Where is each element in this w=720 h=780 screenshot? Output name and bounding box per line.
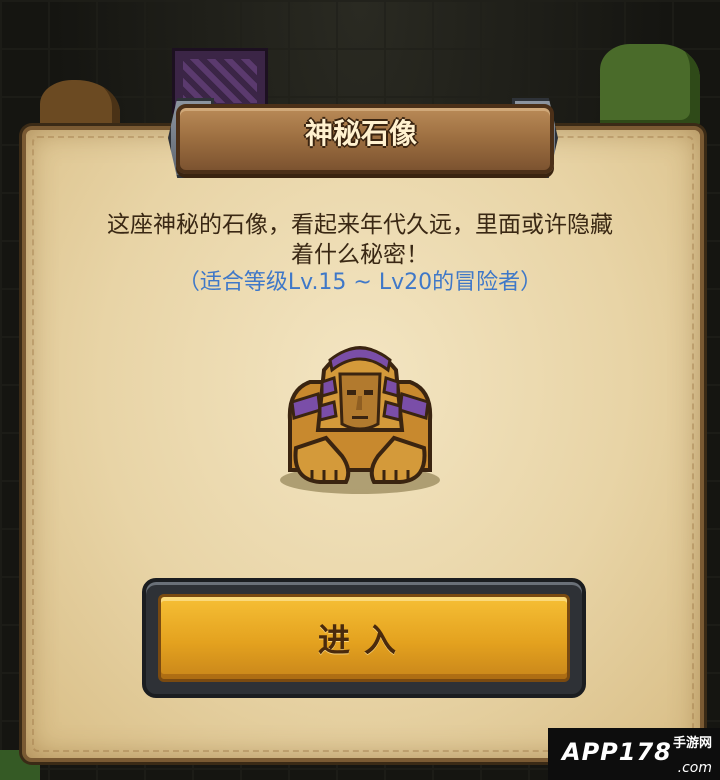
watermark-brand: APP178 [562,738,672,766]
watermark-domain: .com [677,760,712,776]
background-monster [600,44,700,130]
level-requirement-hint: （适合等级Lv.15 ~ Lv20的冒险者） [177,270,543,295]
enter-button-label: 进入 [317,621,410,659]
sphinx-statue-icon [280,346,440,494]
watermark-sub: 手游网 [672,736,712,751]
dialog-title: 神秘石像 [304,117,417,150]
enter-button[interactable]: 进入 [142,578,586,698]
site-watermark: APP178 手游网 .com [548,728,720,780]
enter-button-face[interactable]: 进入 [158,594,570,682]
dialog-description: 这座神秘的石像，看起来年代久远，里面或许隐藏着什么秘密！ [107,212,613,268]
